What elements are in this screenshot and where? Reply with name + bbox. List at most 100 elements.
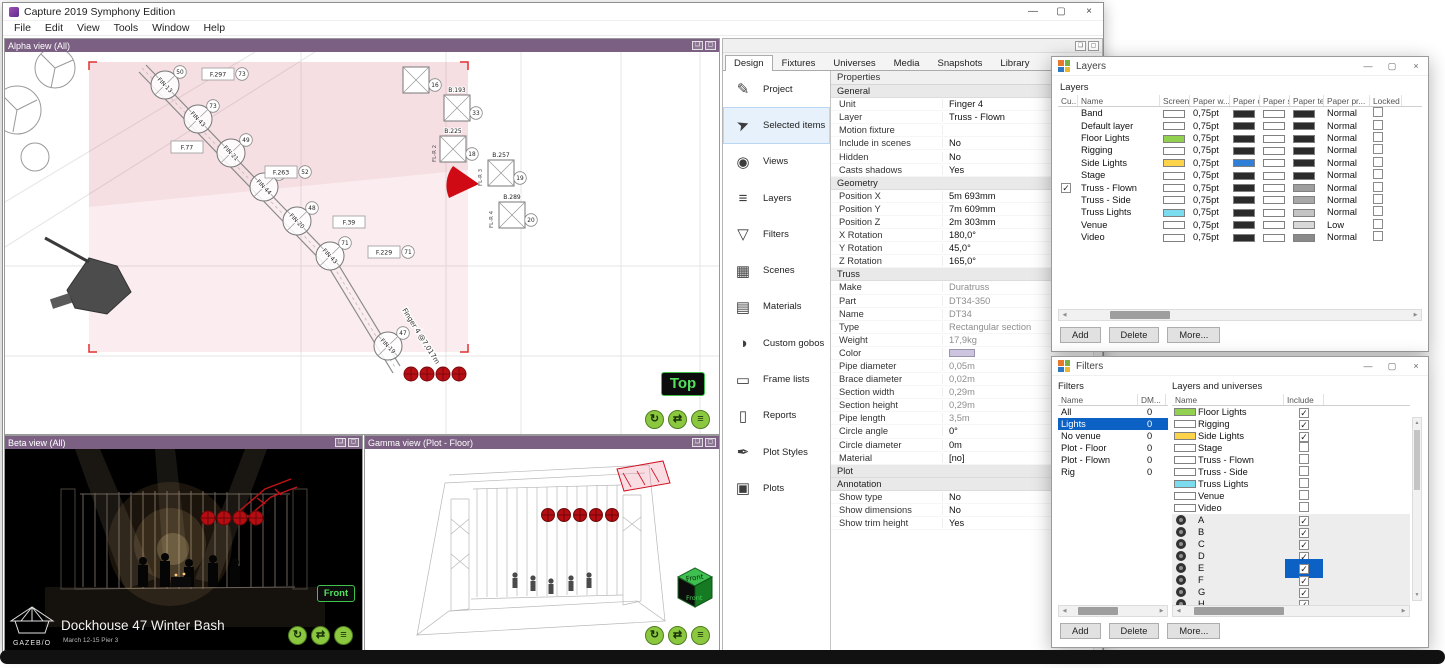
red-fixture-circle[interactable] (420, 367, 434, 381)
locked-cell[interactable] (1370, 120, 1402, 132)
scroll-right-icon[interactable]: ▶ (1398, 608, 1409, 614)
float-panel-icon[interactable]: ❏ (1075, 41, 1086, 51)
paper-color-swatch[interactable] (1233, 209, 1255, 217)
column-header-paper-w[interactable]: Paper w... (1190, 95, 1230, 106)
locked-checkbox[interactable] (1373, 169, 1383, 179)
add-button[interactable]: Add (1060, 623, 1101, 639)
sidebar-item-materials[interactable]: ▤Materials (723, 289, 830, 325)
red-fixture-circle[interactable] (574, 509, 587, 522)
filter-row-rig[interactable]: Rig0 (1058, 466, 1168, 478)
paper-color-swatch[interactable] (1233, 221, 1255, 229)
paper-texture-swatch[interactable] (1293, 110, 1315, 118)
menu-view[interactable]: View (70, 22, 107, 34)
paper-texture-swatch[interactable] (1293, 221, 1315, 229)
paper-color-cell[interactable] (1230, 108, 1260, 118)
menu-file[interactable]: File (7, 22, 38, 34)
orbit-button[interactable]: ↻ (288, 626, 307, 645)
layer-row-video[interactable]: Video0,75ptNormal (1058, 231, 1422, 243)
screen-color-swatch[interactable] (1163, 110, 1185, 118)
alpha-viewport[interactable]: FIN 1350FIN 4373FIN 2149FIN 4472FIN 2048… (5, 52, 719, 434)
float-view-icon[interactable]: ❏ (692, 438, 703, 447)
screen-color-swatch[interactable] (1163, 122, 1185, 130)
paper-shade-cell[interactable] (1260, 183, 1290, 193)
paper-texture-cell[interactable] (1290, 133, 1324, 143)
sidebar-item-plots[interactable]: ▣Plots (723, 470, 830, 506)
screen-color-cell[interactable] (1160, 145, 1190, 155)
locked-cell[interactable] (1370, 219, 1402, 231)
float-view-icon[interactable]: ❏ (692, 41, 703, 50)
sidebar-item-frame-lists[interactable]: ▭Frame lists (723, 361, 830, 397)
minimize-button[interactable]: — (1356, 57, 1380, 75)
scrollbar-thumb[interactable] (1110, 311, 1170, 319)
paper-texture-cell[interactable] (1290, 195, 1324, 205)
screen-color-cell[interactable] (1160, 108, 1190, 118)
red-fixture-circle[interactable] (404, 367, 418, 381)
paper-texture-swatch[interactable] (1293, 135, 1315, 143)
color-value-swatch[interactable] (949, 349, 975, 357)
paper-color-swatch[interactable] (1233, 172, 1255, 180)
universes-hscrollbar[interactable]: ◀ ▶ (1172, 605, 1410, 617)
scroll-left-icon[interactable]: ◀ (1059, 312, 1070, 318)
scrollbar-thumb[interactable] (1078, 607, 1118, 615)
filters-title-bar[interactable]: Filters — ▢ × (1052, 357, 1428, 376)
title-bar[interactable]: Capture 2019 Symphony Edition — ▢ × (3, 3, 1103, 21)
layer-row-side-lights[interactable]: Side Lights0,75ptNormal (1058, 157, 1422, 169)
orbit-button[interactable]: ↻ (645, 626, 664, 645)
paper-color-cell[interactable] (1230, 158, 1260, 168)
locked-cell[interactable] (1370, 132, 1402, 144)
paper-shade-cell[interactable] (1260, 145, 1290, 155)
sidebar-item-custom-gobos[interactable]: ◑Custom gobos (723, 325, 830, 361)
column-header-locked[interactable]: Locked (1370, 95, 1402, 106)
column-header-paper-te[interactable]: Paper te... (1290, 95, 1324, 106)
column-header-paper-pr[interactable]: Paper pr... (1324, 95, 1370, 106)
menu-edit[interactable]: Edit (38, 22, 70, 34)
paper-texture-cell[interactable] (1290, 145, 1324, 155)
tab-media[interactable]: Media (885, 55, 929, 71)
layer-row-truss-side[interactable]: Truss - Side0,75ptNormal (1058, 194, 1422, 206)
scrollbar-thumb[interactable] (1414, 430, 1420, 490)
paper-texture-swatch[interactable] (1293, 147, 1315, 155)
scroll-right-icon[interactable]: ▶ (1156, 608, 1167, 614)
sidebar-item-selected-items[interactable]: ➤Selected items (723, 107, 830, 143)
paper-shade-cell[interactable] (1260, 158, 1290, 168)
screen-color-swatch[interactable] (1163, 159, 1185, 167)
paper-texture-cell[interactable] (1290, 121, 1324, 131)
float-view-icon[interactable]: ❏ (335, 438, 346, 447)
universes-vscrollbar[interactable]: ▲ ▼ (1412, 417, 1422, 601)
pan-button[interactable]: ⇄ (668, 410, 687, 429)
filters-hscrollbar[interactable]: ◀ ▶ (1058, 605, 1168, 617)
close-button[interactable]: × (1075, 3, 1103, 20)
column-header-paper-s[interactable]: Paper s... (1260, 95, 1290, 106)
scroll-up-icon[interactable]: ▲ (1413, 418, 1421, 428)
red-fixture-circle[interactable] (233, 511, 247, 525)
pan-button[interactable]: ⇄ (311, 626, 330, 645)
paper-color-cell[interactable] (1230, 220, 1260, 230)
column-header-name[interactable]: Name (1078, 95, 1160, 106)
sidebar-item-project[interactable]: ✎Project (723, 71, 830, 107)
paper-color-swatch[interactable] (1233, 122, 1255, 130)
paper-shade-cell[interactable] (1260, 220, 1290, 230)
paper-color-cell[interactable] (1230, 133, 1260, 143)
screen-color-swatch[interactable] (1163, 234, 1185, 242)
paper-shade-swatch[interactable] (1263, 234, 1285, 242)
paper-color-cell[interactable] (1230, 183, 1260, 193)
paper-texture-cell[interactable] (1290, 108, 1324, 118)
red-fixture-circle[interactable] (606, 509, 619, 522)
paper-texture-swatch[interactable] (1293, 184, 1315, 192)
locked-cell[interactable] (1370, 206, 1402, 218)
scroll-left-icon[interactable]: ◀ (1059, 608, 1070, 614)
sidebar-item-views[interactable]: ◉Views (723, 144, 830, 180)
column-header-name[interactable]: Name (1058, 394, 1138, 405)
gamma-viewport[interactable]: Front Front ↻ ⇄ ≡ (365, 449, 719, 650)
locked-checkbox[interactable] (1373, 144, 1383, 154)
red-fixture-circle[interactable] (452, 367, 466, 381)
locked-checkbox[interactable] (1373, 107, 1383, 117)
screen-color-swatch[interactable] (1163, 221, 1185, 229)
paper-color-cell[interactable] (1230, 121, 1260, 131)
maximize-view-icon[interactable]: ▢ (705, 41, 716, 50)
locked-checkbox[interactable] (1373, 206, 1383, 216)
locked-checkbox[interactable] (1373, 219, 1383, 229)
paper-color-cell[interactable] (1230, 232, 1260, 242)
menu-help[interactable]: Help (196, 22, 232, 34)
locked-cell[interactable] (1370, 157, 1402, 169)
